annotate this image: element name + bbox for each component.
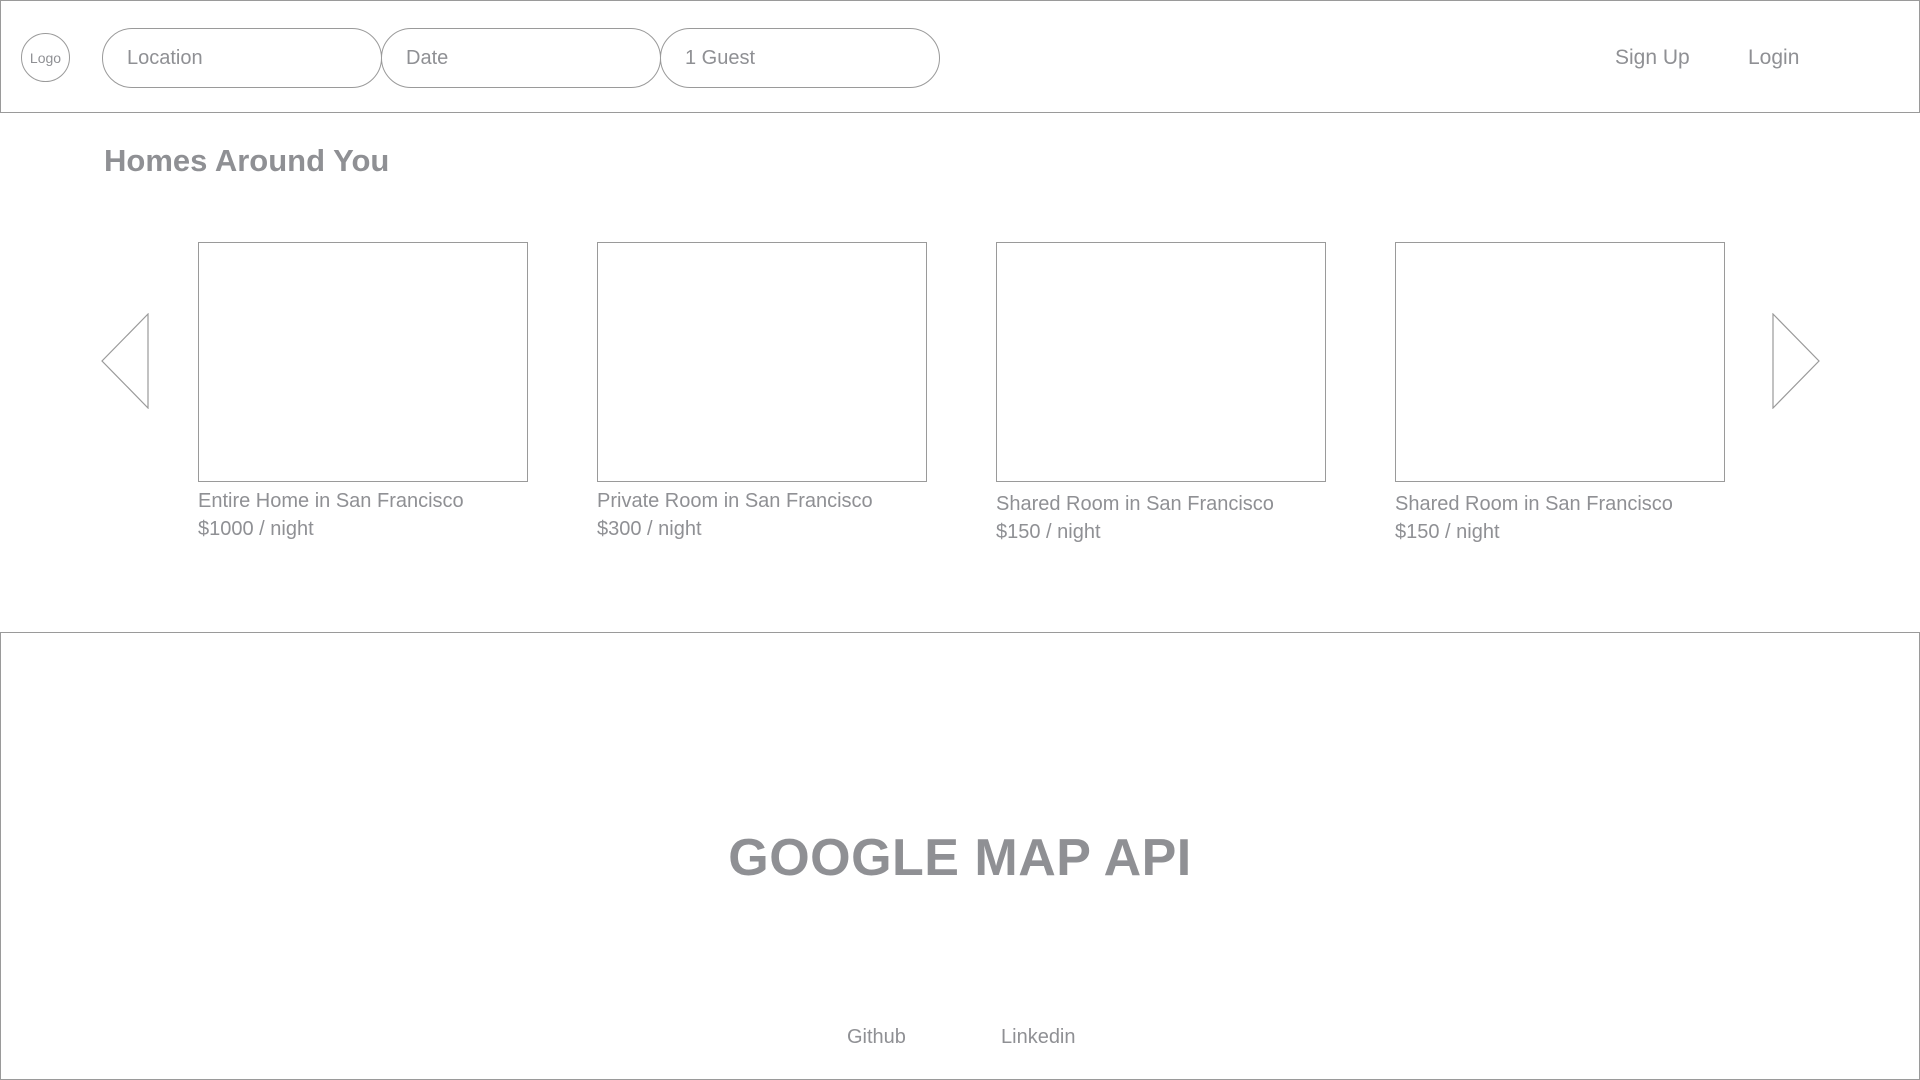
listing-title[interactable]: Shared Room in San Francisco (996, 492, 1326, 516)
linkedin-link[interactable]: Linkedin (1001, 1026, 1076, 1049)
listing-title[interactable]: Private Room in San Francisco (597, 489, 927, 513)
listing-image[interactable] (198, 242, 528, 482)
listing-image[interactable] (597, 242, 927, 482)
signup-link[interactable]: Sign Up (1615, 46, 1690, 70)
listing-card[interactable]: Shared Room in San Francisco $150 / nigh… (996, 242, 1326, 544)
github-link[interactable]: Github (847, 1026, 906, 1049)
listing-title[interactable]: Shared Room in San Francisco (1395, 492, 1725, 516)
listing-price: $150 / night (996, 521, 1101, 543)
login-link[interactable]: Login (1748, 46, 1799, 70)
header: Logo Sign Up Login (0, 0, 1920, 113)
listing-card[interactable]: Entire Home in San Francisco $1000 / nig… (198, 242, 528, 541)
map-label: GOOGLE MAP API (728, 829, 1192, 887)
carousel-prev-button[interactable] (101, 313, 149, 409)
carousel-next-button[interactable] (1772, 313, 1820, 409)
listing-card[interactable]: Shared Room in San Francisco $150 / nigh… (1395, 242, 1725, 544)
listing-image[interactable] (1395, 242, 1725, 482)
logo[interactable]: Logo (21, 33, 70, 82)
listing-image[interactable] (996, 242, 1326, 482)
listing-price: $1000 / night (198, 518, 314, 540)
listing-price: $300 / night (597, 518, 702, 540)
map-container[interactable]: GOOGLE MAP API (0, 632, 1920, 994)
date-input[interactable] (381, 28, 661, 88)
section-title: Homes Around You (104, 143, 390, 178)
location-input[interactable] (102, 28, 382, 88)
listing-title[interactable]: Entire Home in San Francisco (198, 489, 528, 513)
triangle-right-icon (1772, 313, 1820, 409)
footer: Github Linkedin (0, 993, 1920, 1080)
triangle-left-icon (101, 313, 149, 409)
listing-card[interactable]: Private Room in San Francisco $300 / nig… (597, 242, 927, 541)
guests-input[interactable] (660, 28, 940, 88)
listing-price: $150 / night (1395, 521, 1500, 543)
